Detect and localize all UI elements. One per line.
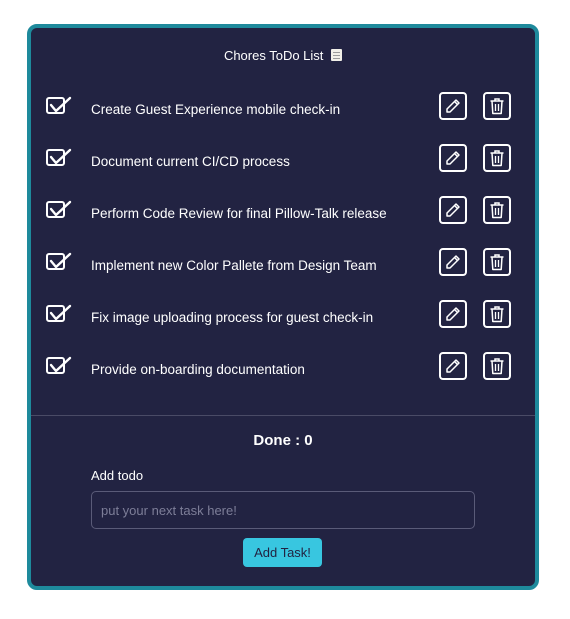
title-text: Chores ToDo List [223, 48, 324, 63]
check-icon[interactable] [46, 304, 72, 326]
pencil-icon [445, 98, 461, 114]
add-task-button[interactable]: Add Task! [243, 538, 322, 567]
pencil-icon [445, 306, 461, 322]
check-icon[interactable] [46, 148, 72, 170]
done-counter: Done : 0 [253, 432, 313, 449]
delete-button[interactable] [483, 92, 511, 120]
trash-icon [489, 149, 505, 167]
check-icon[interactable] [46, 200, 72, 222]
todo-item: Implement new Color Pallete from Design … [31, 246, 535, 286]
delete-button[interactable] [483, 248, 511, 276]
pencil-icon [445, 254, 461, 270]
edit-button[interactable] [439, 248, 467, 276]
todo-item: Perform Code Review for final Pillow-Tal… [31, 194, 535, 234]
edit-button[interactable] [439, 300, 467, 328]
check-icon[interactable] [46, 252, 72, 274]
todo-text: Perform Code Review for final Pillow-Tal… [91, 206, 387, 221]
pencil-icon [445, 358, 461, 374]
trash-icon [489, 201, 505, 219]
page-title: Chores ToDo List [31, 48, 535, 63]
trash-icon [489, 305, 505, 323]
todo-text: Document current CI/CD process [91, 154, 290, 169]
delete-button[interactable] [483, 300, 511, 328]
todo-text: Provide on-boarding documentation [91, 362, 305, 377]
todo-item: Fix image uploading process for guest ch… [31, 298, 535, 338]
edit-button[interactable] [439, 144, 467, 172]
edit-button[interactable] [439, 92, 467, 120]
add-todo-input[interactable] [91, 491, 475, 529]
todo-item: Provide on-boarding documentation [31, 350, 535, 390]
todo-card: Chores ToDo List Create Guest Experience… [27, 24, 539, 590]
todo-item: Create Guest Experience mobile check-in [31, 90, 535, 130]
edit-button[interactable] [439, 196, 467, 224]
todo-item: Document current CI/CD process [31, 142, 535, 182]
pencil-icon [445, 202, 461, 218]
check-icon[interactable] [46, 96, 72, 118]
add-todo-label: Add todo [91, 468, 144, 483]
trash-icon [489, 253, 505, 271]
delete-button[interactable] [483, 144, 511, 172]
pencil-icon [445, 150, 461, 166]
delete-button[interactable] [483, 196, 511, 224]
todo-text: Create Guest Experience mobile check-in [91, 102, 341, 117]
todo-text: Fix image uploading process for guest ch… [91, 310, 374, 325]
edit-button[interactable] [439, 352, 467, 380]
delete-button[interactable] [483, 352, 511, 380]
trash-icon [489, 97, 505, 115]
todo-text: Implement new Color Pallete from Design … [91, 258, 377, 273]
divider [31, 415, 535, 416]
check-icon[interactable] [46, 356, 72, 378]
scroll-icon [331, 49, 343, 61]
trash-icon [489, 357, 505, 375]
